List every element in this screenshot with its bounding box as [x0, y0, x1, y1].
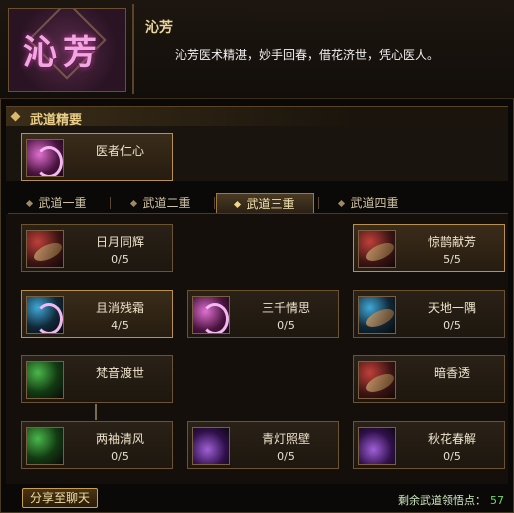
skill-name: 天地一隅 [427, 301, 476, 315]
skill-card[interactable]: 秋花春解 0/5 [353, 421, 505, 469]
character-name: 沁芳 [145, 20, 173, 36]
skill-name: 秋花春解 [427, 432, 476, 446]
skill-card[interactable]: 天地一隅 0/5 [353, 290, 505, 338]
skill-name: 惊鹊献芳 [427, 235, 476, 249]
skill-name: 梵音渡世 [95, 366, 144, 380]
skill-card[interactable]: 梵音渡世 [21, 355, 173, 403]
red-blade-icon [26, 230, 64, 268]
skill-name: 且消残霜 [95, 301, 144, 315]
skill-card[interactable]: 三千情思 0/5 [187, 290, 339, 338]
purple-icon [192, 427, 230, 465]
section-header: 武道精要 [6, 106, 508, 128]
skill-count: 0/5 [443, 319, 461, 332]
skill-count: 5/5 [443, 253, 461, 266]
skill-card[interactable]: 惊鹊献芳 5/5 [353, 224, 505, 272]
red-blade-icon [358, 361, 396, 399]
skill-count: 0/5 [111, 450, 129, 463]
blue-swirl-icon [26, 296, 64, 334]
skill-card[interactable]: 青灯照壁 0/5 [187, 421, 339, 469]
tab-tier-4[interactable]: 武道四重 [320, 193, 418, 213]
share-to-chat-button[interactable]: 分享至聊天 [22, 488, 98, 508]
skill-card[interactable]: 两袖清风 0/5 [21, 421, 173, 469]
remaining-points-value: 57 [490, 494, 504, 507]
green-icon [26, 427, 64, 465]
skill-count: 0/5 [443, 450, 461, 463]
skill-card[interactable]: 日月同辉 0/5 [21, 224, 173, 272]
skill-card[interactable]: 且消残霜 4/5 [21, 290, 173, 338]
character-description: 沁芳医术精湛，妙手回春，借花济世，凭心医人。 [175, 48, 440, 62]
red-blade-icon [358, 230, 396, 268]
blue-blade-icon [358, 296, 396, 334]
tab-tier-2[interactable]: 武道二重 [112, 193, 210, 213]
skill-name: 两袖清风 [95, 432, 144, 446]
skill-name: 青灯照壁 [261, 432, 310, 446]
skill-count: 0/5 [111, 253, 129, 266]
remaining-points: 剩余武道领悟点： 57 [398, 492, 504, 508]
skill-card[interactable]: 暗香透 [353, 355, 505, 403]
pink-swirl-icon [26, 139, 64, 177]
tab-tier-3[interactable]: 武道三重 [216, 193, 314, 213]
skill-name: 三千情思 [261, 301, 310, 315]
tier-tabs: 武道一重 武道二重 武道三重 武道四重 [8, 193, 508, 214]
tab-separator [318, 197, 319, 209]
diamond-bullet-icon [10, 111, 21, 122]
character-emblem: 沁芳 [8, 8, 126, 92]
pink-swirl-icon [192, 296, 230, 334]
skill-connector [95, 404, 97, 420]
tab-separator [214, 197, 215, 209]
skill-count: 0/5 [277, 450, 295, 463]
skill-name: 医者仁心 [95, 144, 144, 158]
skill-name: 暗香透 [433, 366, 470, 380]
character-header: 沁芳 沁芳 沁芳医术精湛，妙手回春，借花济世，凭心医人。 [0, 0, 514, 99]
skill-name: 日月同辉 [95, 235, 144, 249]
green-icon [26, 361, 64, 399]
skill-count: 0/5 [277, 319, 295, 332]
emblem-calligraphy: 沁芳 [23, 33, 103, 73]
tab-tier-1[interactable]: 武道一重 [8, 193, 106, 213]
skill-count: 4/5 [111, 319, 129, 332]
header-divider [132, 4, 134, 94]
purple-icon [358, 427, 396, 465]
main-skill-card[interactable]: 医者仁心 [21, 133, 173, 181]
remaining-points-label: 剩余武道领悟点： [398, 494, 486, 507]
tab-separator [110, 197, 111, 209]
